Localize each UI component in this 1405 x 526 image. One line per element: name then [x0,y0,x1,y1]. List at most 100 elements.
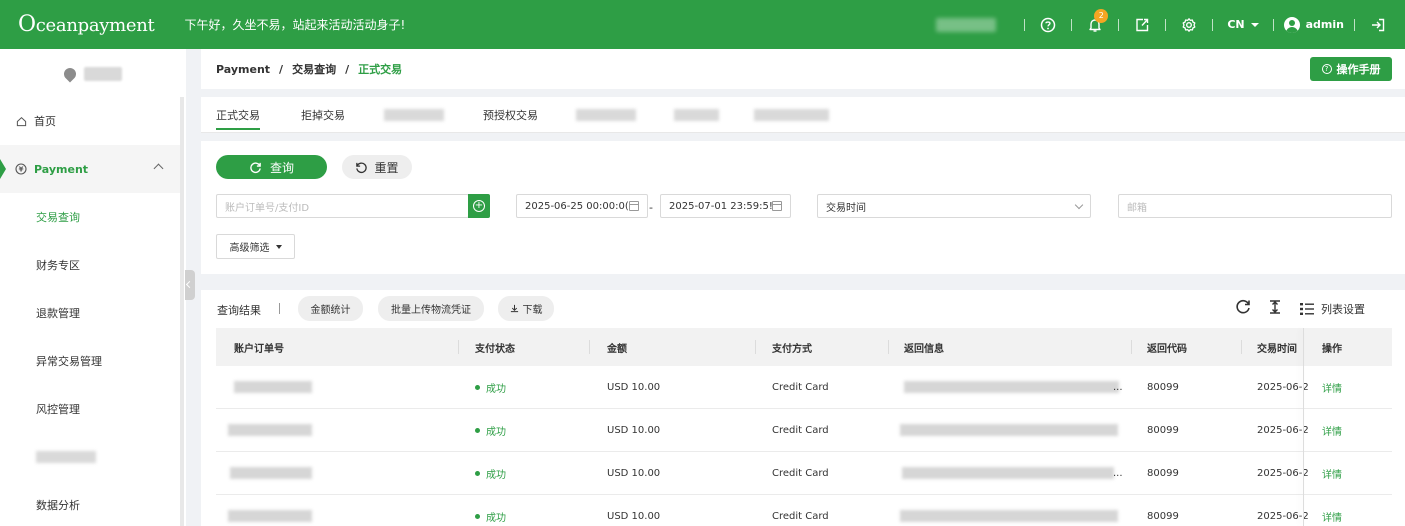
end-date-input[interactable]: 2025-07-01 23:59:5! [660,194,791,218]
column-header-payment-method[interactable]: 支付方式 [772,328,812,366]
sidebar-collapse-toggle[interactable] [185,270,195,300]
status-text: 成功 [486,427,506,438]
redacted-return-info [902,467,1114,479]
refresh-icon[interactable] [1234,298,1252,319]
sidebar-scrollbar[interactable] [180,97,184,526]
amount-cell: USD 10.00 [607,425,661,436]
table-row[interactable]: 成功 USD 10.00 Credit Card 80099 2025-06-2… [216,495,1392,526]
date-range-separator: - [649,201,653,214]
column-divider [589,340,590,354]
email-input[interactable]: 邮箱 [1118,194,1392,218]
divider [1165,18,1167,31]
sidebar-item-refund[interactable]: 退款管理 [0,289,182,337]
reset-button-label: 重置 [374,160,399,175]
chevron-down-icon [1074,200,1084,210]
detail-link[interactable]: 详情 [1322,366,1342,409]
amount-stats-button[interactable]: 金额统计 [298,296,363,321]
column-height-icon[interactable] [1266,298,1284,319]
table-row[interactable]: 成功 USD 10.00 Credit Card ... 80099 2025-… [216,366,1392,409]
status-cell: 成功 [475,452,506,495]
start-date-input[interactable]: 2025-06-25 00:00:0( [516,194,648,218]
sidebar-item-exception[interactable]: 异常交易管理 [0,337,182,385]
redacted-order-id [228,510,312,522]
add-condition-button[interactable]: + [468,194,490,218]
download-button[interactable]: 下载 [498,296,554,321]
column-header-return-code[interactable]: 返回代码 [1147,328,1187,366]
bell-icon[interactable]: 2 [1082,8,1109,38]
chevron-up-icon [153,163,164,174]
breadcrumb-current: 正式交易 [358,63,403,76]
sidebar-item-transaction-query[interactable]: 交易查询 [0,193,182,241]
language-selector[interactable]: CN [1223,18,1262,31]
help-icon[interactable] [1035,12,1061,38]
external-link-icon[interactable] [1129,12,1155,38]
tab-redacted[interactable] [384,109,444,121]
column-header-amount[interactable]: 金额 [607,328,627,366]
breadcrumb-item[interactable]: 交易查询 [292,61,336,77]
batch-upload-button[interactable]: 批量上传物流凭证 [378,296,484,321]
column-header-status[interactable]: 支付状态 [475,328,515,366]
advanced-filter-dropdown[interactable]: 高级筛选 [216,234,295,259]
calendar-icon [772,201,782,211]
table-row[interactable]: 成功 USD 10.00 Credit Card 80099 2025-06-2… [216,409,1392,452]
tab-label: 正式交易 [216,109,260,122]
logout-icon[interactable] [1365,12,1391,38]
breadcrumb-item[interactable]: Payment [216,63,270,76]
detail-link[interactable]: 详情 [1322,409,1342,452]
column-header-return-info[interactable]: 返回信息 [904,328,944,366]
language-label: CN [1227,18,1245,31]
calendar-icon [629,201,639,211]
reset-icon [356,161,368,173]
tab-preauth-transactions[interactable]: 预授权交易 [483,97,538,133]
breadcrumb-bar: Payment / 交易查询 / 正式交易 ? 操作手册 [201,49,1405,89]
order-search-input[interactable]: 账户订单号/支付ID [216,194,469,218]
sidebar-item-finance[interactable]: 财务专区 [0,241,182,289]
download-label: 下载 [522,305,543,316]
detail-link[interactable]: 详情 [1322,452,1342,495]
order-search-placeholder: 账户订单号/支付ID [225,202,310,214]
sidebar-item-risk[interactable]: 风控管理 [0,385,182,433]
sidebar-item-label: 交易查询 [36,211,80,224]
redacted-return-info [900,424,1118,436]
table-header: 账户订单号 支付状态 金额 支付方式 返回信息 返回代码 交易时间 操作 [216,328,1392,366]
column-divider [458,340,459,354]
gear-icon[interactable] [1176,12,1202,38]
list-settings-label: 列表设置 [1321,302,1365,316]
sidebar-item-analytics[interactable]: 数据分析 [0,481,182,526]
user-menu[interactable]: admin [1283,16,1344,33]
transaction-time-cell: 2025-06-2 [1257,425,1309,436]
column-header-transaction-time[interactable]: 交易时间 [1257,328,1297,366]
status-cell: 成功 [475,409,506,452]
query-button[interactable]: 查询 [216,155,327,179]
tab-formal-transactions[interactable]: 正式交易 [211,97,265,133]
manual-button[interactable]: ? 操作手册 [1310,57,1392,81]
status-dot [475,428,480,433]
sidebar-item-label: 首页 [34,115,56,128]
table-row[interactable]: 成功 USD 10.00 Credit Card ... 80099 2025-… [216,452,1392,495]
sidebar-item-home[interactable]: 首页 [0,97,182,145]
redacted-merchant [936,17,997,32]
list-settings-button[interactable]: 列表设置 [1298,300,1365,318]
redacted-return-info [900,510,1118,522]
detail-link[interactable]: 详情 [1322,495,1342,526]
download-icon [510,304,518,313]
redacted-label [36,451,96,463]
column-header-order-id[interactable]: 账户订单号 [234,328,284,366]
status-dot [475,385,480,390]
sidebar-item-label: Payment [34,162,89,176]
status-text: 成功 [486,513,506,524]
amount-cell: USD 10.00 [607,468,661,479]
sidebar-item-label: 风控管理 [36,403,80,416]
sidebar: 首页 ¥ Payment 交易查询 财务专区 退款管理 异常交易管理 风控管理 … [0,49,186,526]
reset-button[interactable]: 重置 [342,155,412,179]
sidebar-item-payment[interactable]: ¥ Payment [0,145,182,193]
sidebar-item-redacted[interactable] [0,433,182,481]
time-type-select[interactable]: 交易时间 [817,194,1091,218]
tab-redacted[interactable] [754,109,829,121]
logo[interactable]: Oceanpayment [18,12,155,37]
tab-redacted[interactable] [674,109,719,121]
query-button-label: 查询 [269,160,294,175]
notification-badge: 2 [1094,8,1109,23]
tab-redacted[interactable] [576,109,636,121]
tab-rejected-transactions[interactable]: 拒掉交易 [301,97,345,133]
